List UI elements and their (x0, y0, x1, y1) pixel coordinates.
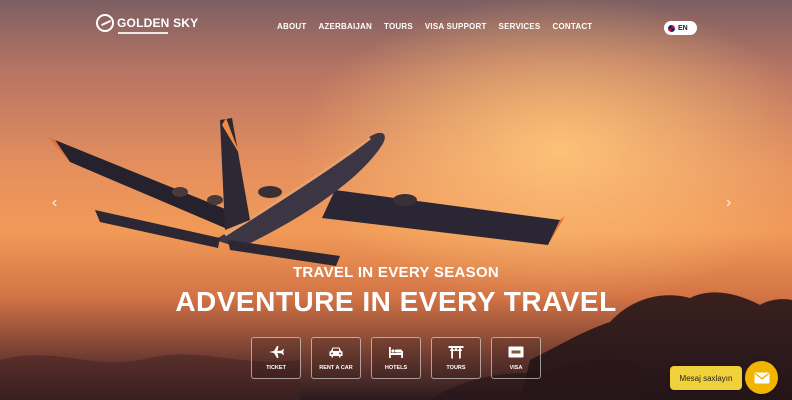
brand-logo[interactable]: GOLDEN SKY (96, 14, 199, 34)
torii-icon (448, 346, 464, 359)
car-icon (329, 347, 343, 358)
language-label: EN (678, 24, 688, 32)
service-label: TICKET (266, 365, 286, 371)
service-label: VISA (509, 365, 523, 371)
visa-card-icon (508, 346, 524, 358)
nav-item-visa-support[interactable]: VISA SUPPORT (425, 22, 487, 31)
chat-label[interactable]: Mesaj saxlayın (670, 366, 742, 390)
service-label: TOURS (446, 365, 466, 371)
service-label: RENT A CAR (319, 365, 353, 371)
nav-item-about[interactable]: ABOUT (277, 22, 306, 31)
service-label: HOTELS (384, 365, 408, 371)
service-rent-a-car-button[interactable]: RENT A CAR (311, 337, 361, 379)
chat-button[interactable] (745, 361, 778, 394)
main-nav: ABOUT AZERBAIJAN TOURS VISA SUPPORT SERV… (277, 22, 592, 31)
uk-flag-icon (667, 23, 676, 33)
hero-slider: GOLDEN SKY ABOUT AZERBAIJAN TOURS VISA S… (0, 0, 792, 400)
nav-item-tours[interactable]: TOURS (384, 22, 413, 31)
mail-icon (754, 372, 769, 383)
service-hotels-button[interactable]: HOTELS (371, 337, 421, 379)
service-tours-button[interactable]: TOURS (431, 337, 481, 379)
airplane-image (48, 118, 565, 266)
nav-item-contact[interactable]: CONTACT (552, 22, 592, 31)
logo-underline (118, 32, 168, 34)
top-navigation-bar: GOLDEN SKY ABOUT AZERBAIJAN TOURS VISA S… (0, 0, 792, 56)
service-visa-button[interactable]: VISA (491, 337, 541, 379)
plane-icon (269, 346, 284, 358)
service-shortcuts: TICKET RENT A CAR HOTELS TOURS VISA (251, 337, 541, 379)
bed-icon (389, 347, 403, 358)
hero-headline: ADVENTURE IN EVERY TRAVEL (175, 286, 617, 317)
logo-mark-icon (96, 14, 114, 32)
nav-item-services[interactable]: SERVICES (499, 22, 541, 31)
language-switcher[interactable]: EN (664, 21, 697, 35)
slider-next-arrow[interactable]: › (726, 194, 731, 212)
hero-tagline: TRAVEL IN EVERY SEASON (292, 264, 500, 281)
brand-name: GOLDEN SKY (117, 16, 199, 30)
nav-item-azerbaijan[interactable]: AZERBAIJAN (318, 22, 372, 31)
slider-prev-arrow[interactable]: ‹ (52, 194, 57, 212)
service-ticket-button[interactable]: TICKET (251, 337, 301, 379)
